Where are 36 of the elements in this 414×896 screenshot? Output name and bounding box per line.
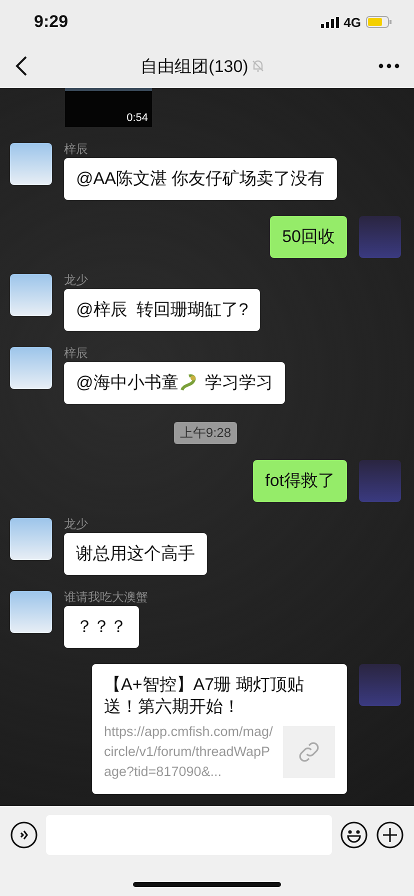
avatar[interactable]	[10, 274, 52, 316]
message-bubble: fot得救了	[253, 460, 347, 502]
message-bubble: 50回收	[270, 216, 347, 258]
avatar[interactable]	[10, 591, 52, 633]
timestamp: 上午9:28	[174, 422, 238, 444]
voice-button[interactable]	[10, 821, 38, 849]
sender-name: 梓辰	[64, 347, 88, 359]
more-button[interactable]	[378, 63, 400, 69]
signal-icon	[320, 16, 339, 28]
avatar[interactable]	[10, 518, 52, 560]
sender-name: 龙少	[64, 274, 88, 286]
message-bubble: ？？？	[64, 606, 139, 648]
sender-name: 谁请我吃大澳蟹	[64, 591, 148, 603]
sender-name: 梓辰	[64, 143, 88, 155]
avatar[interactable]	[10, 143, 52, 185]
sender-name: 龙少	[64, 518, 88, 530]
message-bubble: @梓辰 转回珊瑚缸了?	[64, 289, 260, 331]
link-card[interactable]: 【A+智控】A7珊 瑚灯顶贴送！第六期开始！ https://app.cmfish.com/mag/circle/v1/forum/threadWapPage?tid=817090&...	[92, 664, 347, 794]
back-button[interactable]	[14, 55, 28, 77]
avatar[interactable]	[359, 460, 401, 502]
chat-title: 自由组团(130)	[140, 56, 248, 78]
network-label: 4G	[344, 14, 361, 30]
message-bubble: @AA陈文湛 你友仔矿场卖了没有	[64, 158, 337, 200]
message-bubble: @海中小书童 学习学习	[64, 362, 285, 404]
avatar[interactable]	[359, 216, 401, 258]
link-url: https://app.cmfish.com/mag/circle/v1/forum/threadWapPage?tid=817090&...	[104, 723, 273, 781]
video-duration: 0:54	[126, 112, 148, 124]
plus-button[interactable]	[376, 821, 404, 849]
battery-icon	[366, 16, 392, 28]
status-time: 9:29	[34, 12, 68, 32]
emoji-button[interactable]	[340, 821, 368, 849]
avatar[interactable]	[10, 347, 52, 389]
link-title: 【A+智控】A7珊 瑚灯顶贴送！第六期开始！	[104, 674, 305, 718]
message-bubble: 谢总用这个高手	[64, 533, 207, 575]
video-thumbnail[interactable]: 0:54	[65, 88, 152, 127]
avatar[interactable]	[359, 664, 401, 706]
